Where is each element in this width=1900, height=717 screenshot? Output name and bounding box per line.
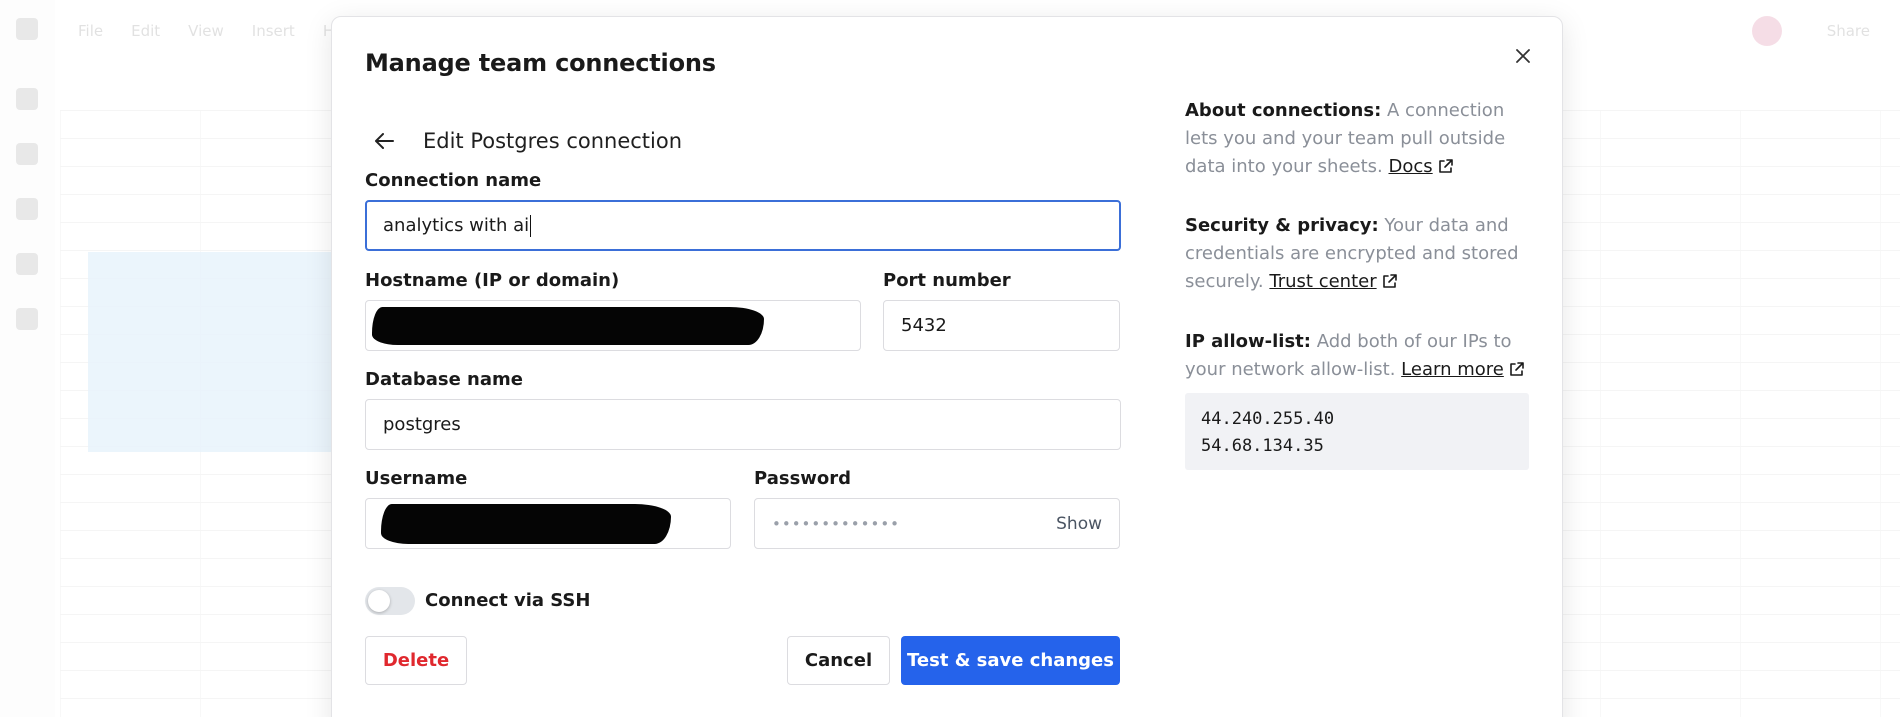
ip-address: 54.68.134.35 (1201, 436, 1324, 456)
arrow-left-icon (375, 133, 394, 149)
toggle-knob (368, 590, 390, 612)
menu-item: Insert (251, 22, 295, 40)
external-link-icon (1438, 159, 1453, 173)
subheader-title: Edit Postgres connection (423, 129, 683, 153)
connection-name-value: analytics with ai (383, 215, 530, 236)
app-logo-icon (16, 18, 38, 40)
rail-icon (16, 253, 38, 275)
text-caret (530, 214, 532, 237)
ip-allow-list-info: IP allow-list: Add both of our IPs to yo… (1185, 328, 1537, 384)
redaction-mark (381, 504, 671, 544)
password-label: Password (754, 468, 852, 489)
share-label: Share (1826, 22, 1870, 40)
close-icon (1516, 49, 1530, 63)
port-label: Port number (883, 270, 1011, 291)
info-title: About connections: (1185, 100, 1382, 121)
trust-center-link[interactable]: Trust center (1269, 271, 1376, 292)
database-label: Database name (365, 369, 523, 390)
menu-item: View (188, 22, 224, 40)
external-link-icon (1382, 274, 1397, 288)
database-input[interactable]: postgres (365, 399, 1121, 450)
docs-link[interactable]: Docs (1389, 156, 1433, 177)
manage-connections-dialog: Manage team connections Edit Postgres co… (331, 16, 1563, 717)
ssh-toggle[interactable] (365, 587, 415, 615)
rail-icon (16, 143, 38, 165)
cell-selection (88, 252, 338, 452)
cancel-button[interactable]: Cancel (787, 636, 890, 685)
menu-item: File (78, 22, 104, 40)
avatar (1752, 16, 1782, 46)
hostname-label: Hostname (IP or domain) (365, 270, 620, 291)
ip-address: 44.240.255.40 (1201, 409, 1335, 429)
connection-name-input[interactable]: analytics with ai (365, 200, 1121, 251)
about-connections-info: About connections: A connection lets you… (1185, 97, 1537, 181)
rail-icon (16, 308, 38, 330)
username-label: Username (365, 468, 468, 489)
learn-more-link[interactable]: Learn more (1401, 359, 1504, 380)
info-title: IP allow-list: (1185, 331, 1311, 352)
port-value: 5432 (901, 315, 947, 336)
back-button[interactable] (367, 124, 401, 158)
password-input[interactable]: ••••••••••••• Show (754, 498, 1120, 549)
close-button[interactable] (1506, 39, 1540, 73)
rail-icon (16, 198, 38, 220)
ip-address-box[interactable]: 44.240.255.40 54.68.134.35 (1185, 393, 1529, 470)
connection-name-label: Connection name (365, 170, 542, 191)
subheader: Edit Postgres connection (375, 124, 682, 158)
dialog-title: Manage team connections (365, 49, 716, 77)
database-value: postgres (383, 414, 461, 435)
menu-item: Edit (131, 22, 161, 40)
external-link-icon (1510, 362, 1524, 376)
show-password-button[interactable]: Show (1056, 514, 1102, 534)
ssh-toggle-label: Connect via SSH (425, 590, 591, 611)
security-info: Security & privacy: Your data and creden… (1185, 212, 1537, 296)
port-input[interactable]: 5432 (883, 300, 1120, 351)
test-save-button[interactable]: Test & save changes (901, 636, 1120, 685)
redaction-mark (372, 307, 764, 345)
delete-button[interactable]: Delete (365, 636, 467, 685)
background-menu: File Edit View Insert Help (78, 22, 357, 40)
info-title: Security & privacy: (1185, 215, 1379, 236)
background-left-rail (0, 0, 55, 717)
rail-icon (16, 88, 38, 110)
password-value: ••••••••••••• (772, 514, 901, 533)
